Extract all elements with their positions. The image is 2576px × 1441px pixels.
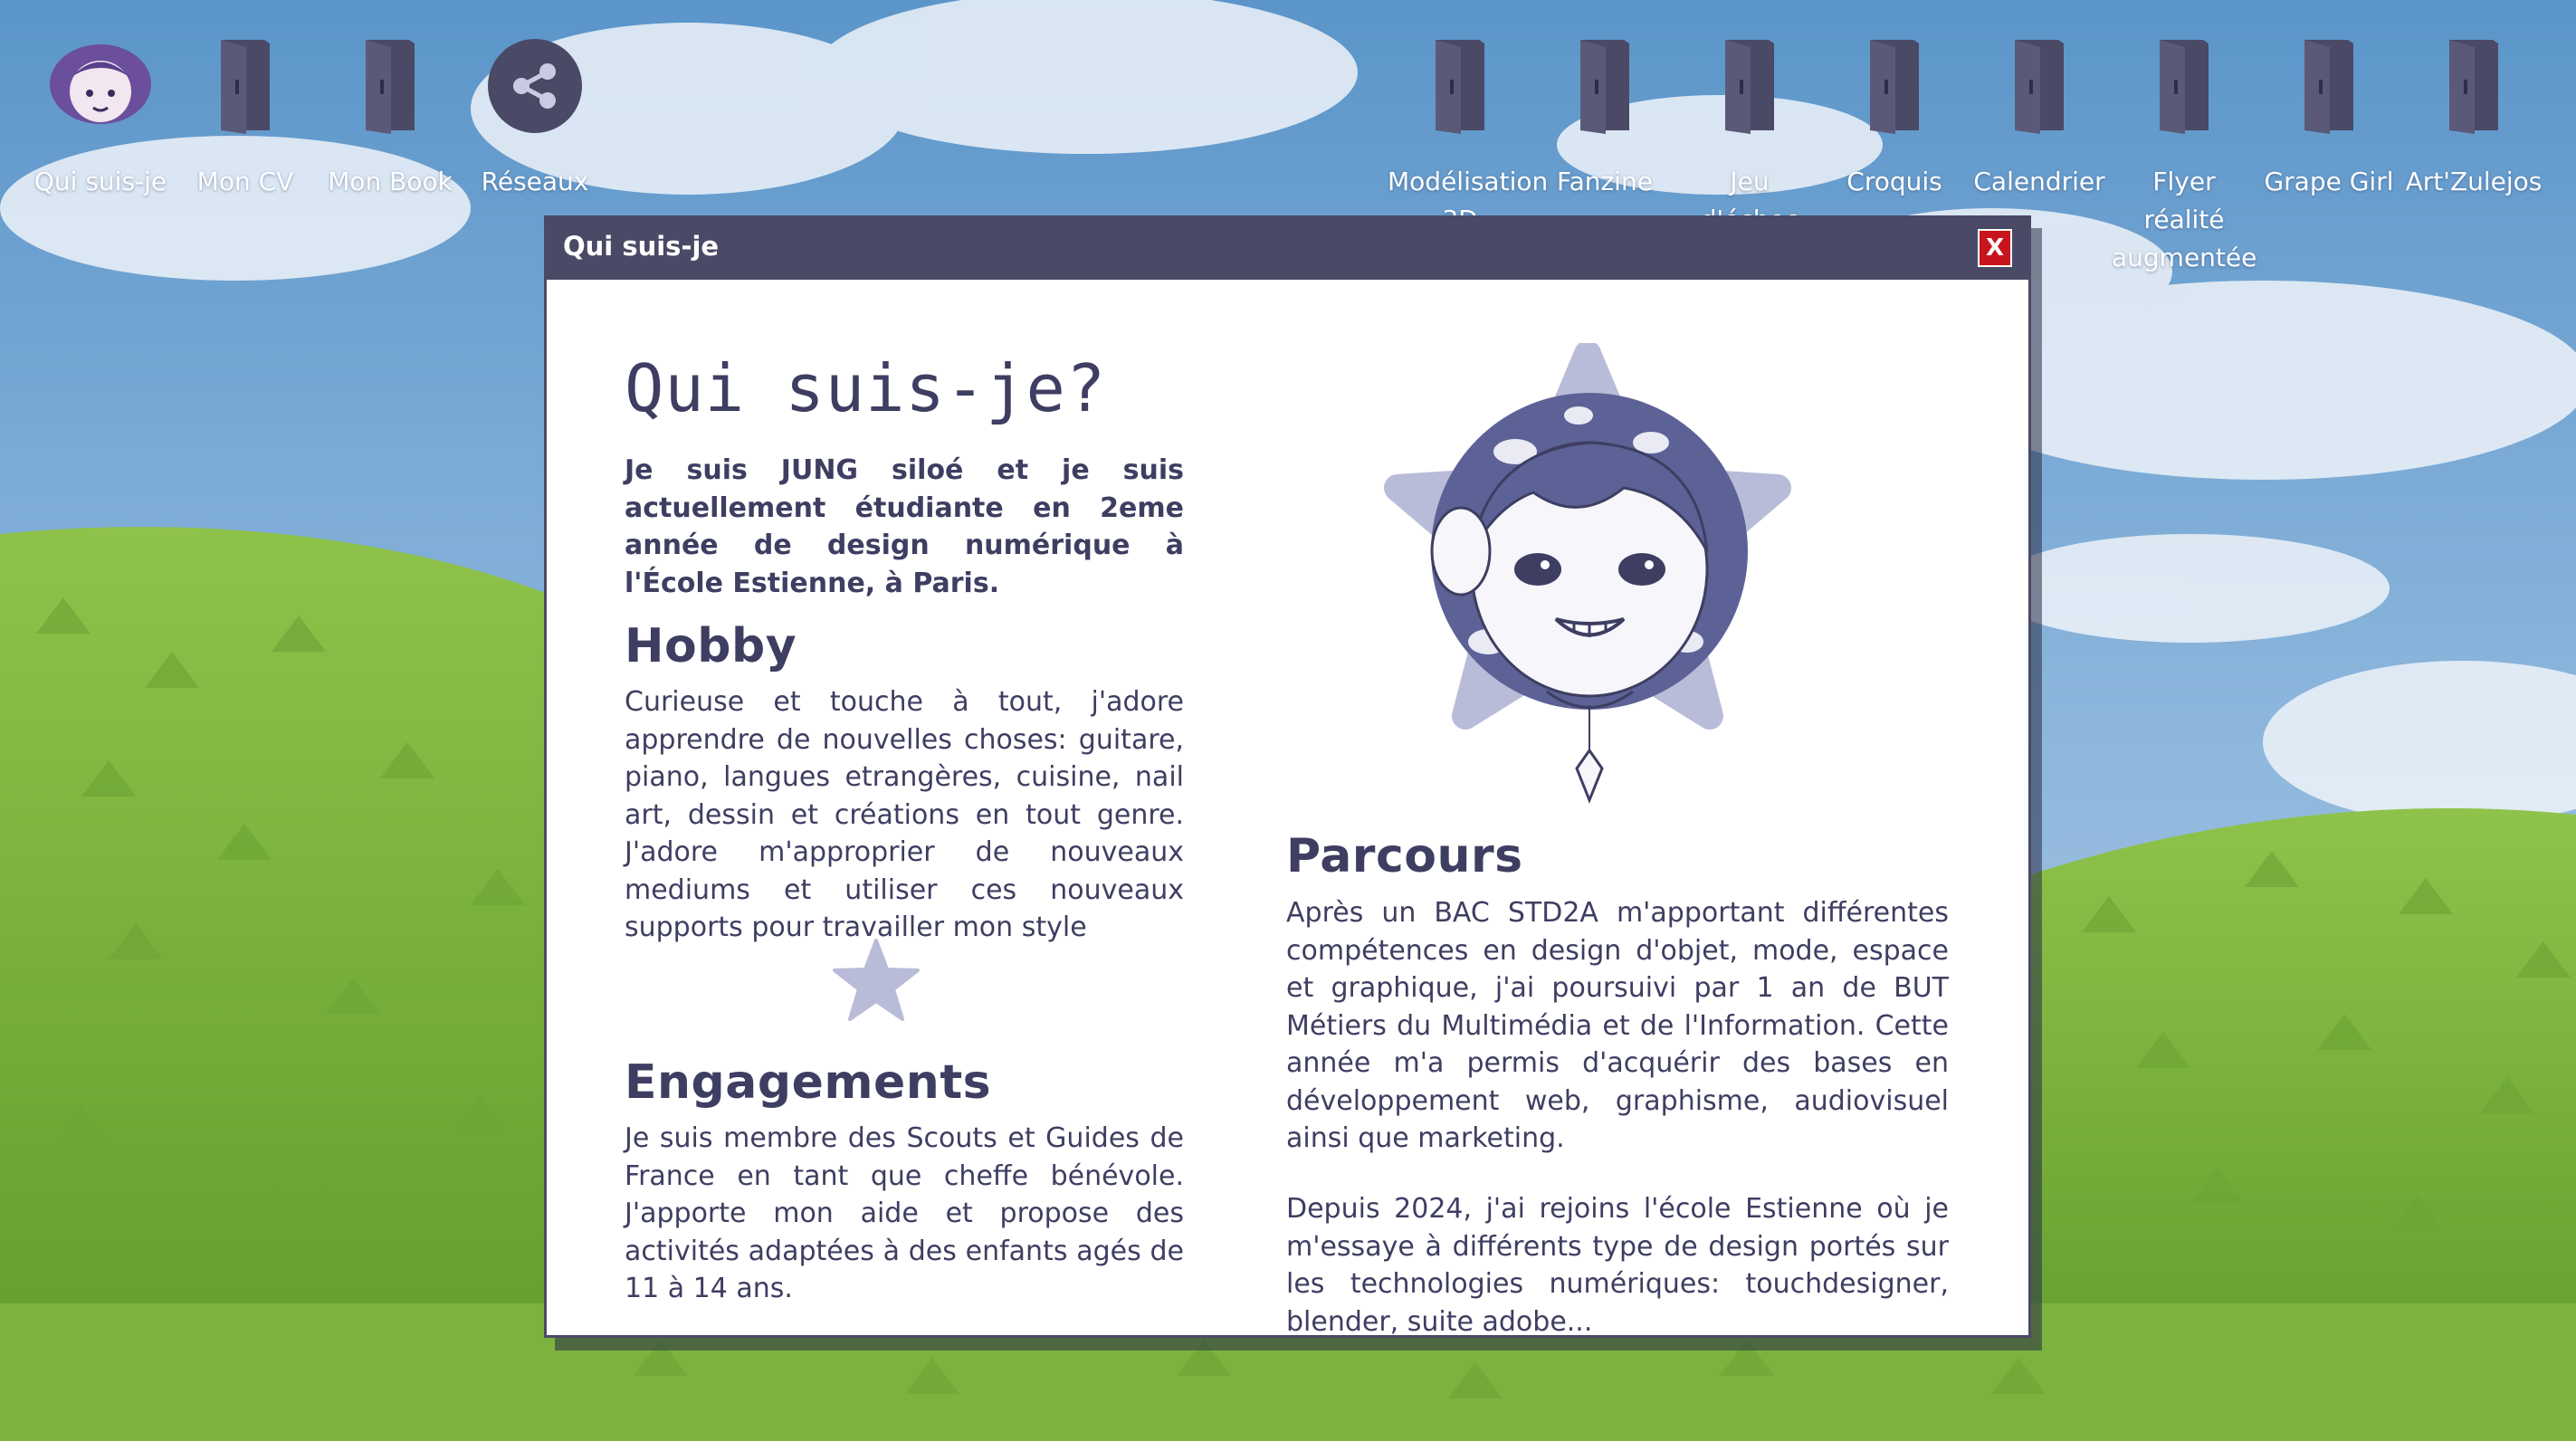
parcours-text: Après un BAC STD2A m'apportant différent… xyxy=(1286,897,1949,1154)
hobby-heading: Hobby xyxy=(625,619,797,673)
desktop-icon-label: Art'Zulejos xyxy=(2405,167,2543,196)
desktop: Qui suis-je Mon CV Mon Book Réseaux Modé… xyxy=(0,0,2576,1441)
desktop-icon-croquis[interactable]: Croquis xyxy=(1822,27,1967,201)
desktop-icon-flyer-realite-augmentee[interactable]: Flyer réalité augmentée xyxy=(2112,27,2256,277)
folder-icon xyxy=(2112,27,2256,145)
folder-icon xyxy=(1532,27,1677,145)
desktop-icon-label: Grape Girl xyxy=(2264,167,2394,196)
desktop-icon-modelisation-3d[interactable]: Modélisation 3D xyxy=(1388,27,1548,239)
page-title: Qui suis-je? xyxy=(625,350,1107,426)
avatar-icon xyxy=(28,27,173,145)
close-button[interactable]: X xyxy=(1978,229,2012,267)
engagements-heading: Engagements xyxy=(625,1055,992,1110)
desktop-icon-art-zulejos[interactable]: Art'Zulejos xyxy=(2401,27,2546,201)
desktop-icon-qui-suis-je[interactable]: Qui suis-je xyxy=(28,27,173,201)
folder-icon xyxy=(1388,27,1532,145)
desktop-icon-label: Croquis xyxy=(1846,167,1942,196)
folder-icon xyxy=(1677,27,1822,145)
desktop-icon-label: Mon CV xyxy=(196,167,294,196)
desktop-icon-label: Flyer réalité augmentée xyxy=(2112,167,2257,272)
star-icon xyxy=(831,939,921,1026)
about-window: Qui suis-je X Qui suis-je? Je suis JUNG … xyxy=(544,215,2031,1338)
folder-icon xyxy=(2401,27,2546,145)
hobby-text: Curieuse et touche à tout, j'adore appre… xyxy=(625,686,1184,943)
window-title: Qui suis-je xyxy=(563,231,720,262)
parcours-heading: Parcours xyxy=(1286,829,1523,883)
window-content: Qui suis-je? Je suis JUNG siloé et je su… xyxy=(547,280,2028,1338)
desktop-icon-reseaux[interactable]: Réseaux xyxy=(463,27,607,201)
parcours-text-2: Depuis 2024, j'ai rejoins l'école Estien… xyxy=(1286,1193,1949,1338)
engagements-text: Je suis membre des Scouts et Guides de F… xyxy=(625,1122,1184,1304)
folder-icon xyxy=(318,27,463,145)
share-icon xyxy=(463,27,607,145)
window-titlebar[interactable]: Qui suis-je X xyxy=(547,218,2028,280)
intro-text: Je suis JUNG siloé et je suis actuelleme… xyxy=(625,454,1184,599)
folder-icon xyxy=(2256,27,2401,145)
desktop-icon-label: Réseaux xyxy=(481,167,589,196)
desktop-icon-jeu-d-echec[interactable]: Jeu d'échec xyxy=(1677,27,1822,239)
desktop-icon-mon-cv[interactable]: Mon CV xyxy=(173,27,318,201)
portrait-illustration xyxy=(1352,340,1823,817)
desktop-icon-label: Fanzine xyxy=(1557,167,1653,196)
folder-icon xyxy=(173,27,318,145)
folder-icon xyxy=(1822,27,1967,145)
folder-icon xyxy=(1967,27,2112,145)
desktop-icon-calendrier[interactable]: Calendrier xyxy=(1967,27,2112,201)
desktop-icon-label: Mon Book xyxy=(328,167,453,196)
desktop-icon-label: Calendrier xyxy=(1973,167,2105,196)
desktop-icon-grape-girl[interactable]: Grape Girl xyxy=(2256,27,2401,201)
desktop-icon-label: Qui suis-je xyxy=(33,167,167,196)
desktop-icon-mon-book[interactable]: Mon Book xyxy=(318,27,463,201)
desktop-icon-fanzine[interactable]: Fanzine xyxy=(1532,27,1677,201)
